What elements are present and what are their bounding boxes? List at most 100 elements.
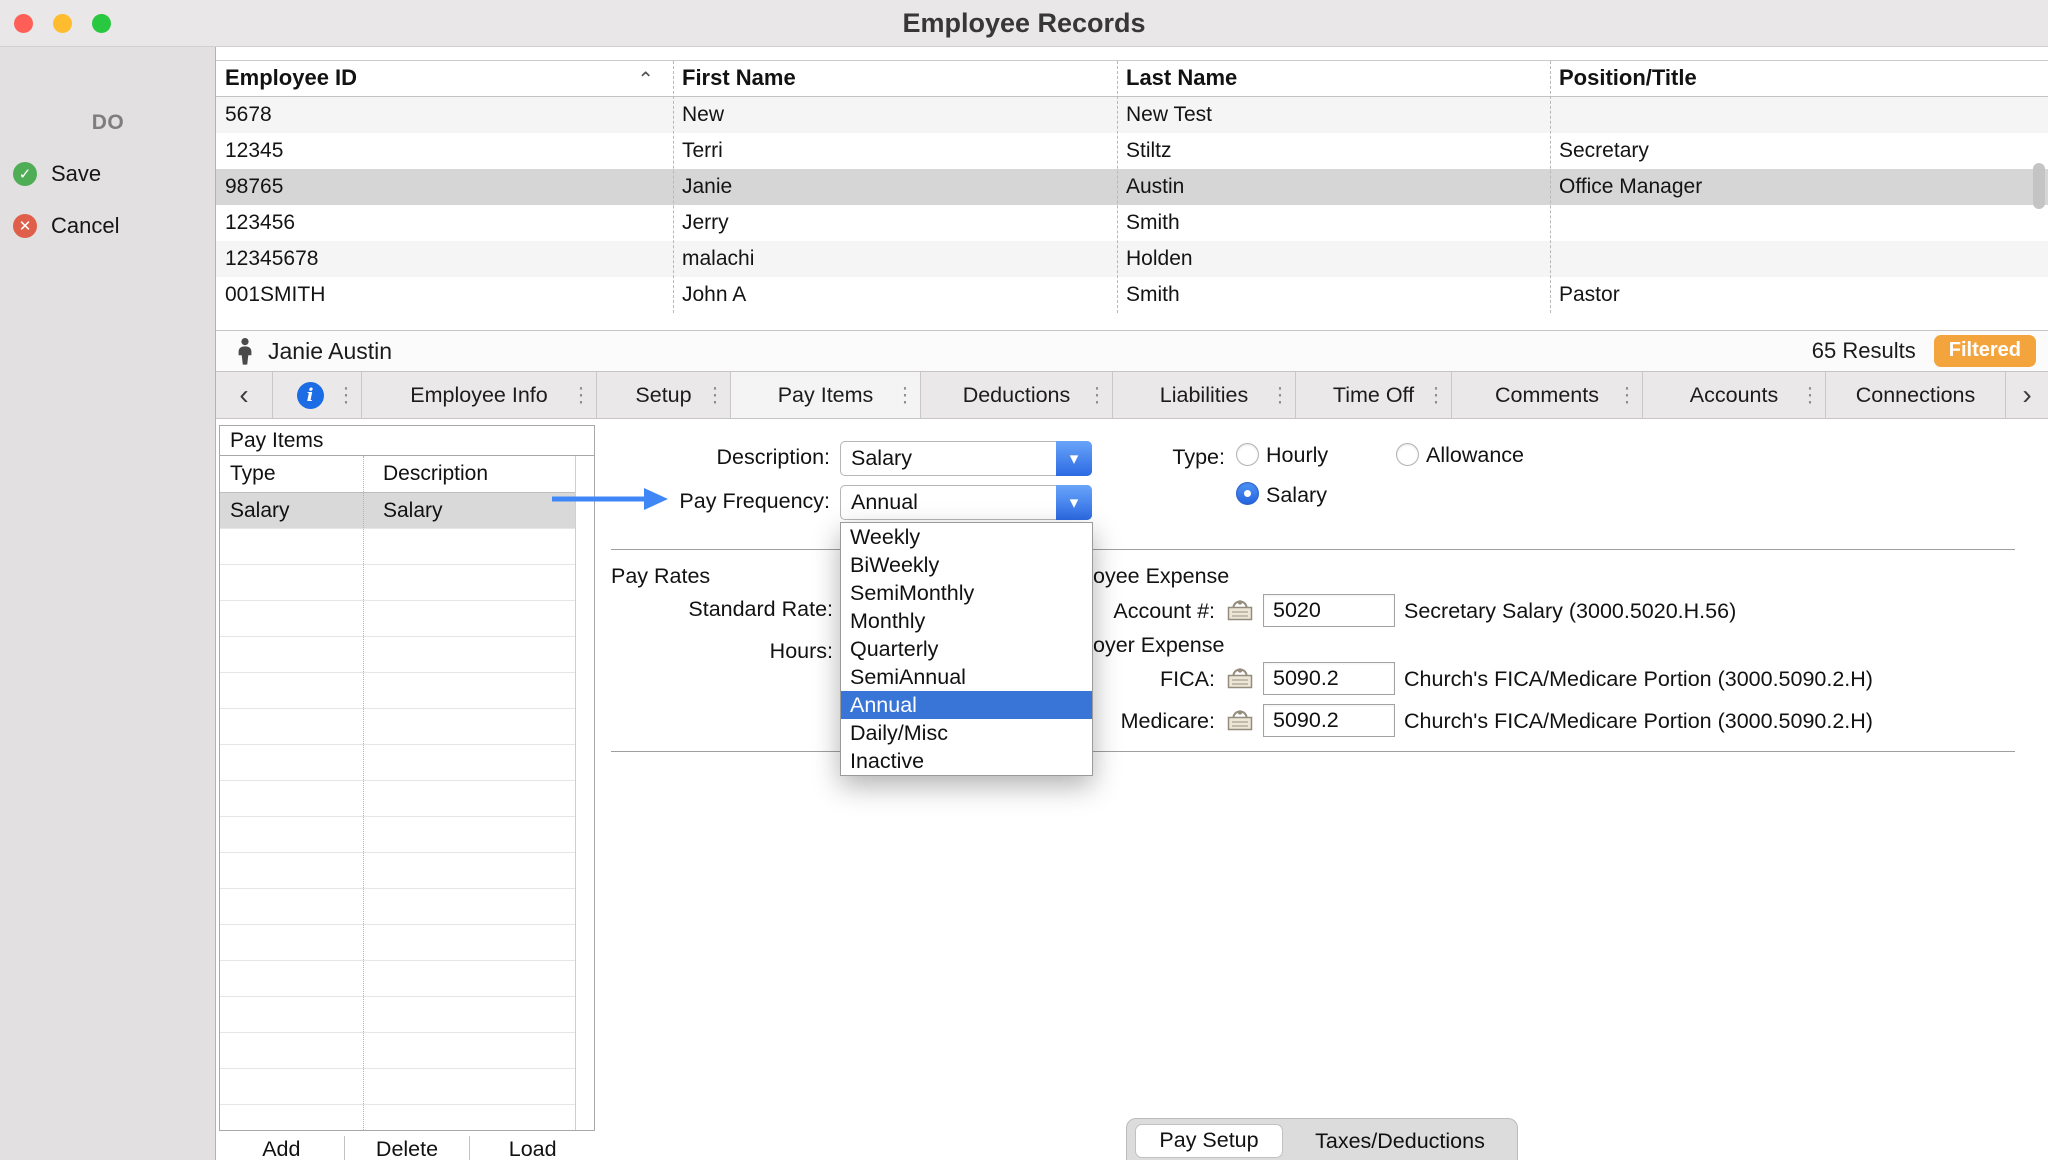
tabs-scroll-right-button[interactable]: › — [2006, 372, 2048, 418]
option-quarterly[interactable]: Quarterly — [841, 635, 1092, 663]
column-divider — [1117, 61, 1118, 313]
column-header-first-name[interactable]: First Name — [673, 61, 1117, 96]
table-scrollbar[interactable] — [2030, 61, 2048, 313]
pay-items-column-divider — [363, 456, 364, 1130]
tab-comments[interactable]: Comments ⋮ — [1452, 372, 1643, 418]
fica-account-field[interactable]: 5090.2 — [1263, 662, 1395, 695]
medicare-description: Church's FICA/Medicare Portion (3000.509… — [1404, 707, 1873, 735]
tab-time-off[interactable]: Time Off ⋮ — [1296, 372, 1452, 418]
tab-liabilities[interactable]: Liabilities ⋮ — [1113, 372, 1296, 418]
pay-rates-heading: Pay Rates — [611, 562, 710, 590]
tab-pay-items[interactable]: Pay Items ⋮ — [731, 372, 921, 418]
fica-lookup-icon[interactable] — [1226, 666, 1254, 695]
pay-items-scrollbar[interactable] — [575, 456, 594, 1130]
type-label: Type: — [1080, 443, 1225, 471]
window-title: Employee Records — [0, 0, 2048, 47]
tab-menu-icon[interactable]: ⋮ — [895, 383, 915, 408]
fica-description: Church's FICA/Medicare Portion (3000.509… — [1404, 665, 1873, 693]
option-weekly[interactable]: Weekly — [841, 523, 1092, 551]
sidebar-header: DO — [0, 111, 216, 135]
employee-row[interactable]: 123456 Jerry Smith — [216, 205, 2048, 241]
account-number-field[interactable]: 5020 — [1263, 594, 1395, 627]
add-pay-item-button[interactable]: Add — [219, 1136, 344, 1160]
pay-frequency-options-list: Weekly BiWeekly SemiMonthly Monthly Quar… — [840, 522, 1093, 776]
tab-pay-setup[interactable]: Pay Setup — [1135, 1124, 1283, 1158]
person-icon — [234, 337, 256, 365]
option-daily-misc[interactable]: Daily/Misc — [841, 719, 1092, 747]
tab-setup[interactable]: Setup ⋮ — [597, 372, 731, 418]
account-description: Secretary Salary (3000.5020.H.56) — [1404, 597, 1736, 625]
radio-salary-label[interactable]: Salary — [1266, 481, 1327, 509]
chevron-down-icon[interactable]: ▾ — [1056, 441, 1092, 476]
tab-menu-icon[interactable]: ⋮ — [1426, 383, 1446, 408]
option-inactive[interactable]: Inactive — [841, 747, 1092, 775]
bottom-tab-bar: Pay Setup Taxes/Deductions — [1126, 1118, 1518, 1160]
medicare-account-field[interactable]: 5090.2 — [1263, 704, 1395, 737]
tab-menu-icon[interactable]: ⋮ — [705, 383, 725, 408]
pay-item-empty-row — [220, 889, 594, 925]
option-biweekly[interactable]: BiWeekly — [841, 551, 1092, 579]
employee-table-header: Employee ID ⌃ First Name Last Name Posit… — [216, 60, 2048, 97]
option-semiannual[interactable]: SemiAnnual — [841, 663, 1092, 691]
tab-menu-icon[interactable]: ⋮ — [1617, 383, 1637, 408]
record-bar: Janie Austin 65 Results Filtered — [216, 330, 2048, 372]
sort-ascending-icon[interactable]: ⌃ — [637, 63, 654, 97]
employee-row[interactable]: 001SMITH John A Smith Pastor — [216, 277, 2048, 313]
delete-pay-item-button[interactable]: Delete — [344, 1136, 470, 1160]
tab-employee-info[interactable]: Employee Info ⋮ — [362, 372, 597, 418]
tab-taxes-deductions[interactable]: Taxes/Deductions — [1283, 1129, 1517, 1154]
column-divider — [673, 61, 674, 313]
filtered-badge[interactable]: Filtered — [1934, 335, 2036, 367]
pay-item-empty-row — [220, 961, 594, 997]
account-lookup-icon[interactable] — [1226, 598, 1254, 627]
pay-items-panel-title: Pay Items — [220, 426, 594, 456]
hours-label: Hours: — [560, 637, 833, 665]
chevron-left-icon: ‹ — [239, 375, 248, 415]
load-pay-item-button[interactable]: Load — [469, 1136, 595, 1160]
pay-items-list-header: Type Description — [220, 456, 594, 493]
tab-connections[interactable]: Connections — [1826, 372, 2006, 418]
description-dropdown[interactable]: Salary ▾ — [840, 441, 1092, 476]
pay-item-empty-row — [220, 1069, 594, 1105]
tab-menu-icon[interactable]: ⋮ — [1087, 383, 1107, 408]
radio-hourly-label[interactable]: Hourly — [1266, 441, 1328, 469]
pay-item-empty-row — [220, 1033, 594, 1069]
description-value: Salary — [851, 442, 912, 475]
tab-menu-icon[interactable]: ⋮ — [571, 383, 591, 408]
pay-item-empty-row — [220, 637, 594, 673]
employee-row[interactable]: 5678 New New Test — [216, 97, 2048, 133]
radio-salary-selected[interactable] — [1236, 482, 1259, 505]
column-header-last-name[interactable]: Last Name — [1117, 61, 1550, 96]
option-annual-selected[interactable]: Annual — [841, 691, 1092, 719]
tab-menu-icon[interactable]: ⋮ — [1270, 383, 1290, 408]
radio-hourly[interactable] — [1236, 443, 1259, 466]
tab-menu-icon[interactable]: ⋮ — [1800, 383, 1820, 408]
cancel-button[interactable]: ✕ Cancel — [13, 213, 119, 239]
radio-allowance-label[interactable]: Allowance — [1426, 441, 1524, 469]
standard-rate-label: Standard Rate: — [560, 595, 833, 623]
info-icon: i — [297, 382, 324, 409]
pay-item-row-selected[interactable]: Salary Salary — [220, 493, 594, 529]
column-header-position-title[interactable]: Position/Title — [1550, 61, 2048, 96]
chevron-down-icon[interactable]: ▾ — [1056, 485, 1092, 520]
medicare-lookup-icon[interactable] — [1226, 708, 1254, 737]
pay-item-empty-row — [220, 565, 594, 601]
save-button[interactable]: ✓ Save — [13, 161, 101, 187]
tab-record-info[interactable]: i ⋮ — [273, 372, 362, 418]
pay-frequency-dropdown[interactable]: Annual ▾ — [840, 485, 1092, 520]
employee-row-selected[interactable]: 98765 Janie Austin Office Manager — [216, 169, 2048, 205]
tab-menu-icon[interactable]: ⋮ — [336, 383, 356, 408]
option-monthly[interactable]: Monthly — [841, 607, 1092, 635]
column-header-employee-id[interactable]: Employee ID ⌃ — [216, 61, 673, 96]
option-semimonthly[interactable]: SemiMonthly — [841, 579, 1092, 607]
tabs-scroll-left-button[interactable]: ‹ — [216, 372, 273, 418]
pay-frequency-value: Annual — [851, 486, 918, 519]
employee-row[interactable]: 12345 Terri Stiltz Secretary — [216, 133, 2048, 169]
current-record-name: Janie Austin — [268, 338, 392, 365]
tab-accounts[interactable]: Accounts ⋮ — [1643, 372, 1826, 418]
tab-deductions[interactable]: Deductions ⋮ — [921, 372, 1113, 418]
pay-item-empty-row — [220, 1105, 594, 1131]
table-scrollbar-thumb[interactable] — [2033, 163, 2045, 209]
radio-allowance[interactable] — [1396, 443, 1419, 466]
employee-row[interactable]: 12345678 malachi Holden — [216, 241, 2048, 277]
